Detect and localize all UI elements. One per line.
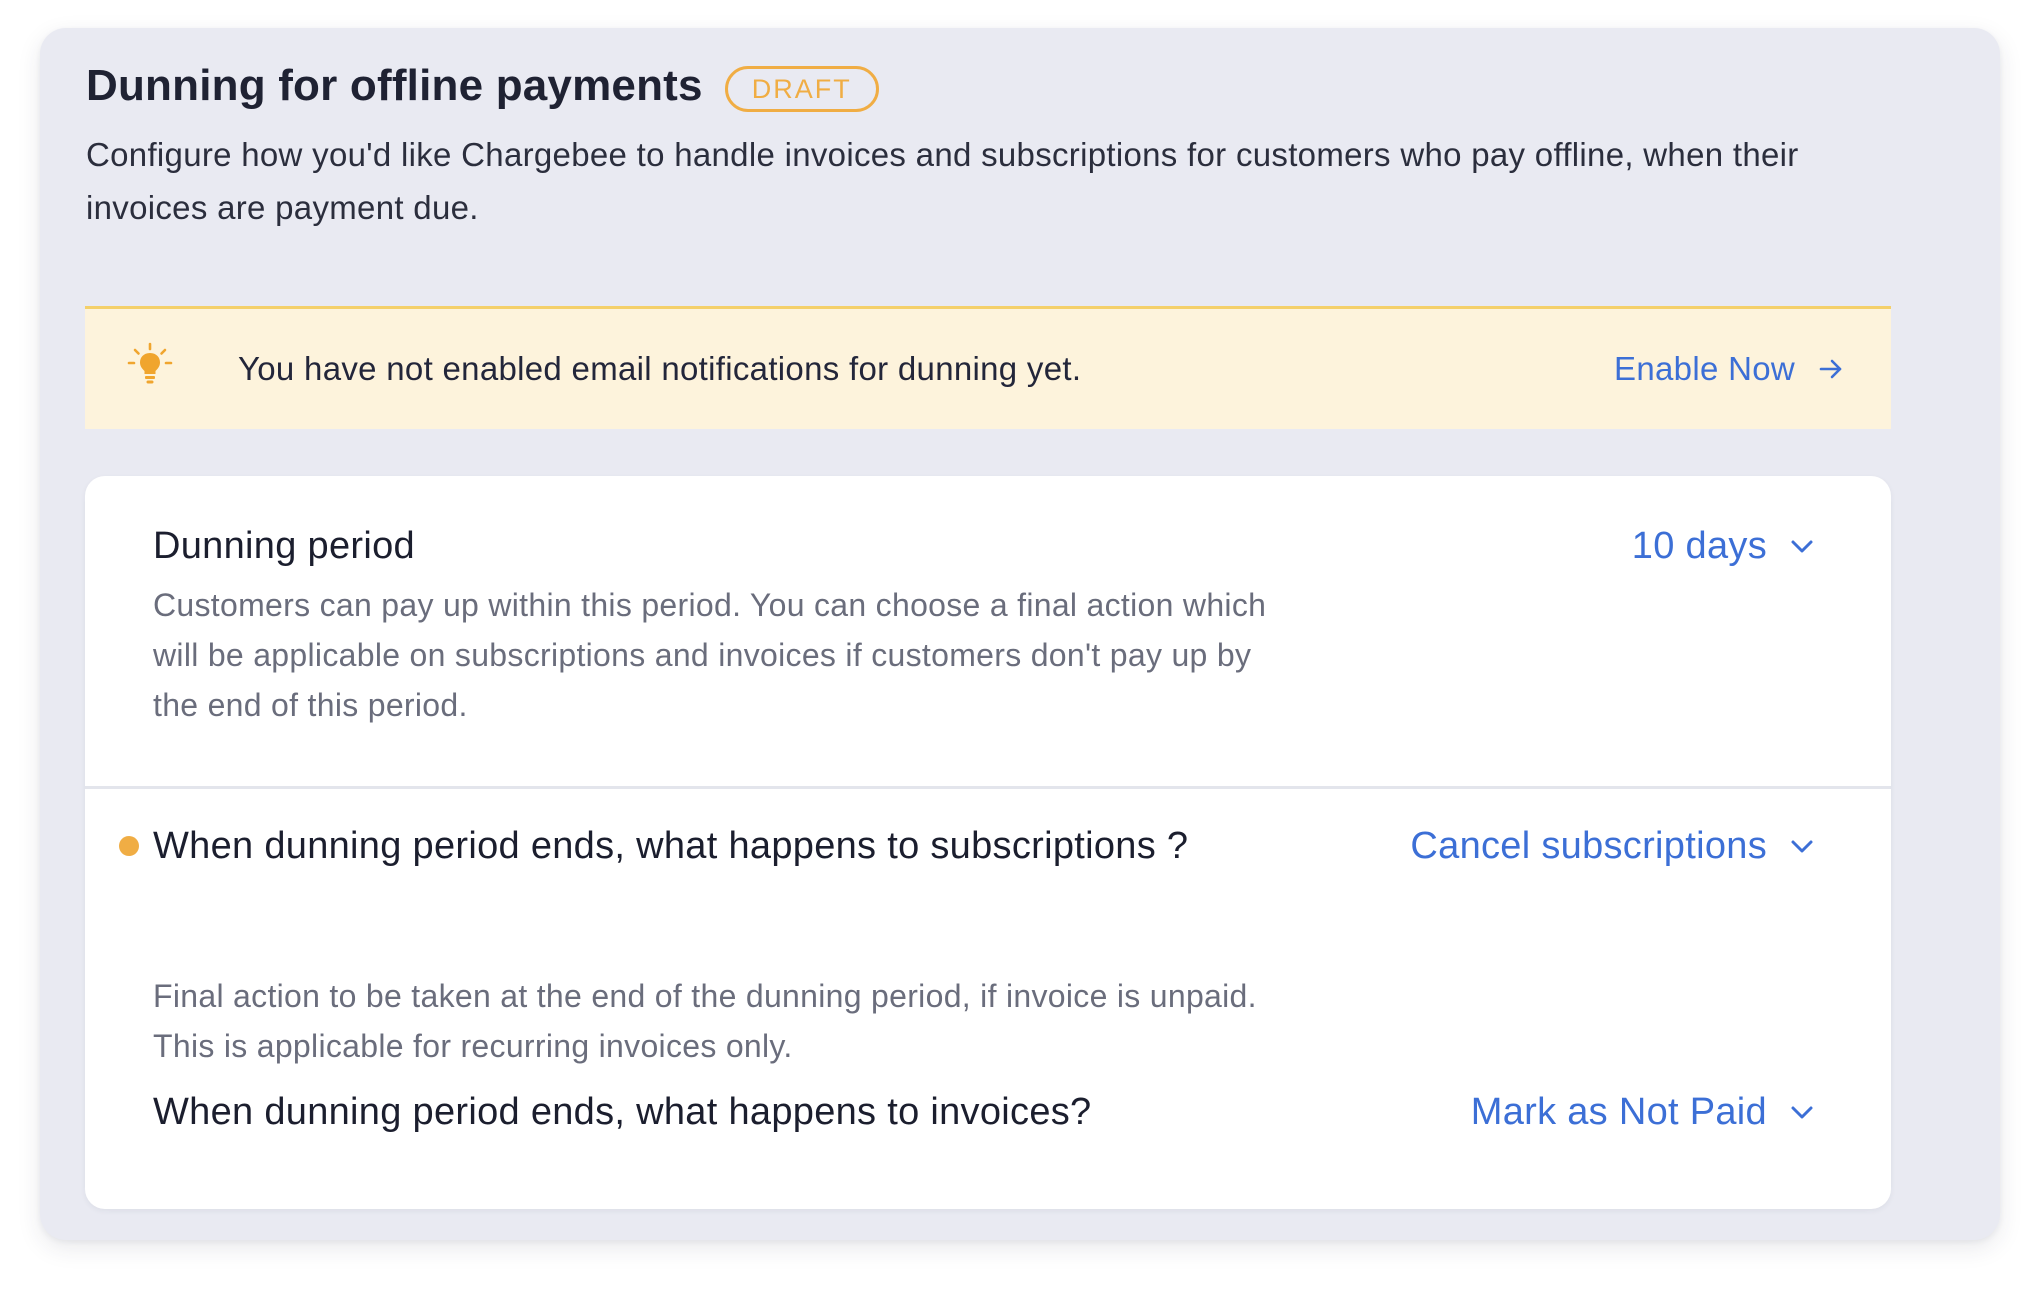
dunning-period-value: 10 days (1631, 524, 1767, 567)
dunning-settings-panel: Dunning for offline payments DRAFT Confi… (40, 28, 2000, 1240)
enable-now-label: Enable Now (1614, 350, 1795, 387)
chevron-down-icon (1791, 540, 1813, 553)
dunning-period-dropdown[interactable]: 10 days (1632, 516, 1817, 576)
arrow-right-icon (1819, 359, 1842, 379)
subscriptions-action-description: Final action to be taken at the end of t… (153, 978, 1257, 1064)
enable-now-link[interactable]: Enable Now (1614, 309, 1845, 429)
chevron-down-icon (1791, 1106, 1813, 1119)
lightbulb-icon (127, 342, 173, 388)
dunning-period-description: Customers can pay up within this period.… (153, 587, 1267, 723)
email-notification-notice: You have not enabled email notifications… (85, 306, 1891, 429)
dunning-period-title: Dunning period (153, 525, 415, 567)
chevron-down-icon (1791, 840, 1813, 853)
subscriptions-action-value: Cancel subscriptions (1410, 824, 1767, 867)
page-description: Configure how you'd like Chargebee to ha… (86, 136, 1799, 226)
subscriptions-action-dropdown[interactable]: Cancel subscriptions (1410, 816, 1817, 876)
notice-message: You have not enabled email notifications… (238, 350, 1082, 387)
status-badge: DRAFT (724, 66, 879, 112)
final-actions-section: When dunning period ends, what happens t… (85, 789, 1891, 1209)
dunning-period-section: Dunning period Customers can pay up with… (85, 476, 1891, 789)
invoices-action-value: Mark as Not Paid (1470, 1090, 1767, 1133)
page-title: Dunning for offline payments (86, 61, 703, 110)
dunning-settings-card: Dunning period Customers can pay up with… (85, 476, 1891, 1209)
subscriptions-action-title: When dunning period ends, what happens t… (153, 825, 1189, 867)
unsaved-indicator-dot (119, 836, 139, 856)
invoices-action-dropdown[interactable]: Mark as Not Paid (1471, 1082, 1817, 1142)
invoices-action-title: When dunning period ends, what happens t… (153, 1091, 1092, 1133)
header: Dunning for offline payments DRAFT (86, 56, 879, 116)
